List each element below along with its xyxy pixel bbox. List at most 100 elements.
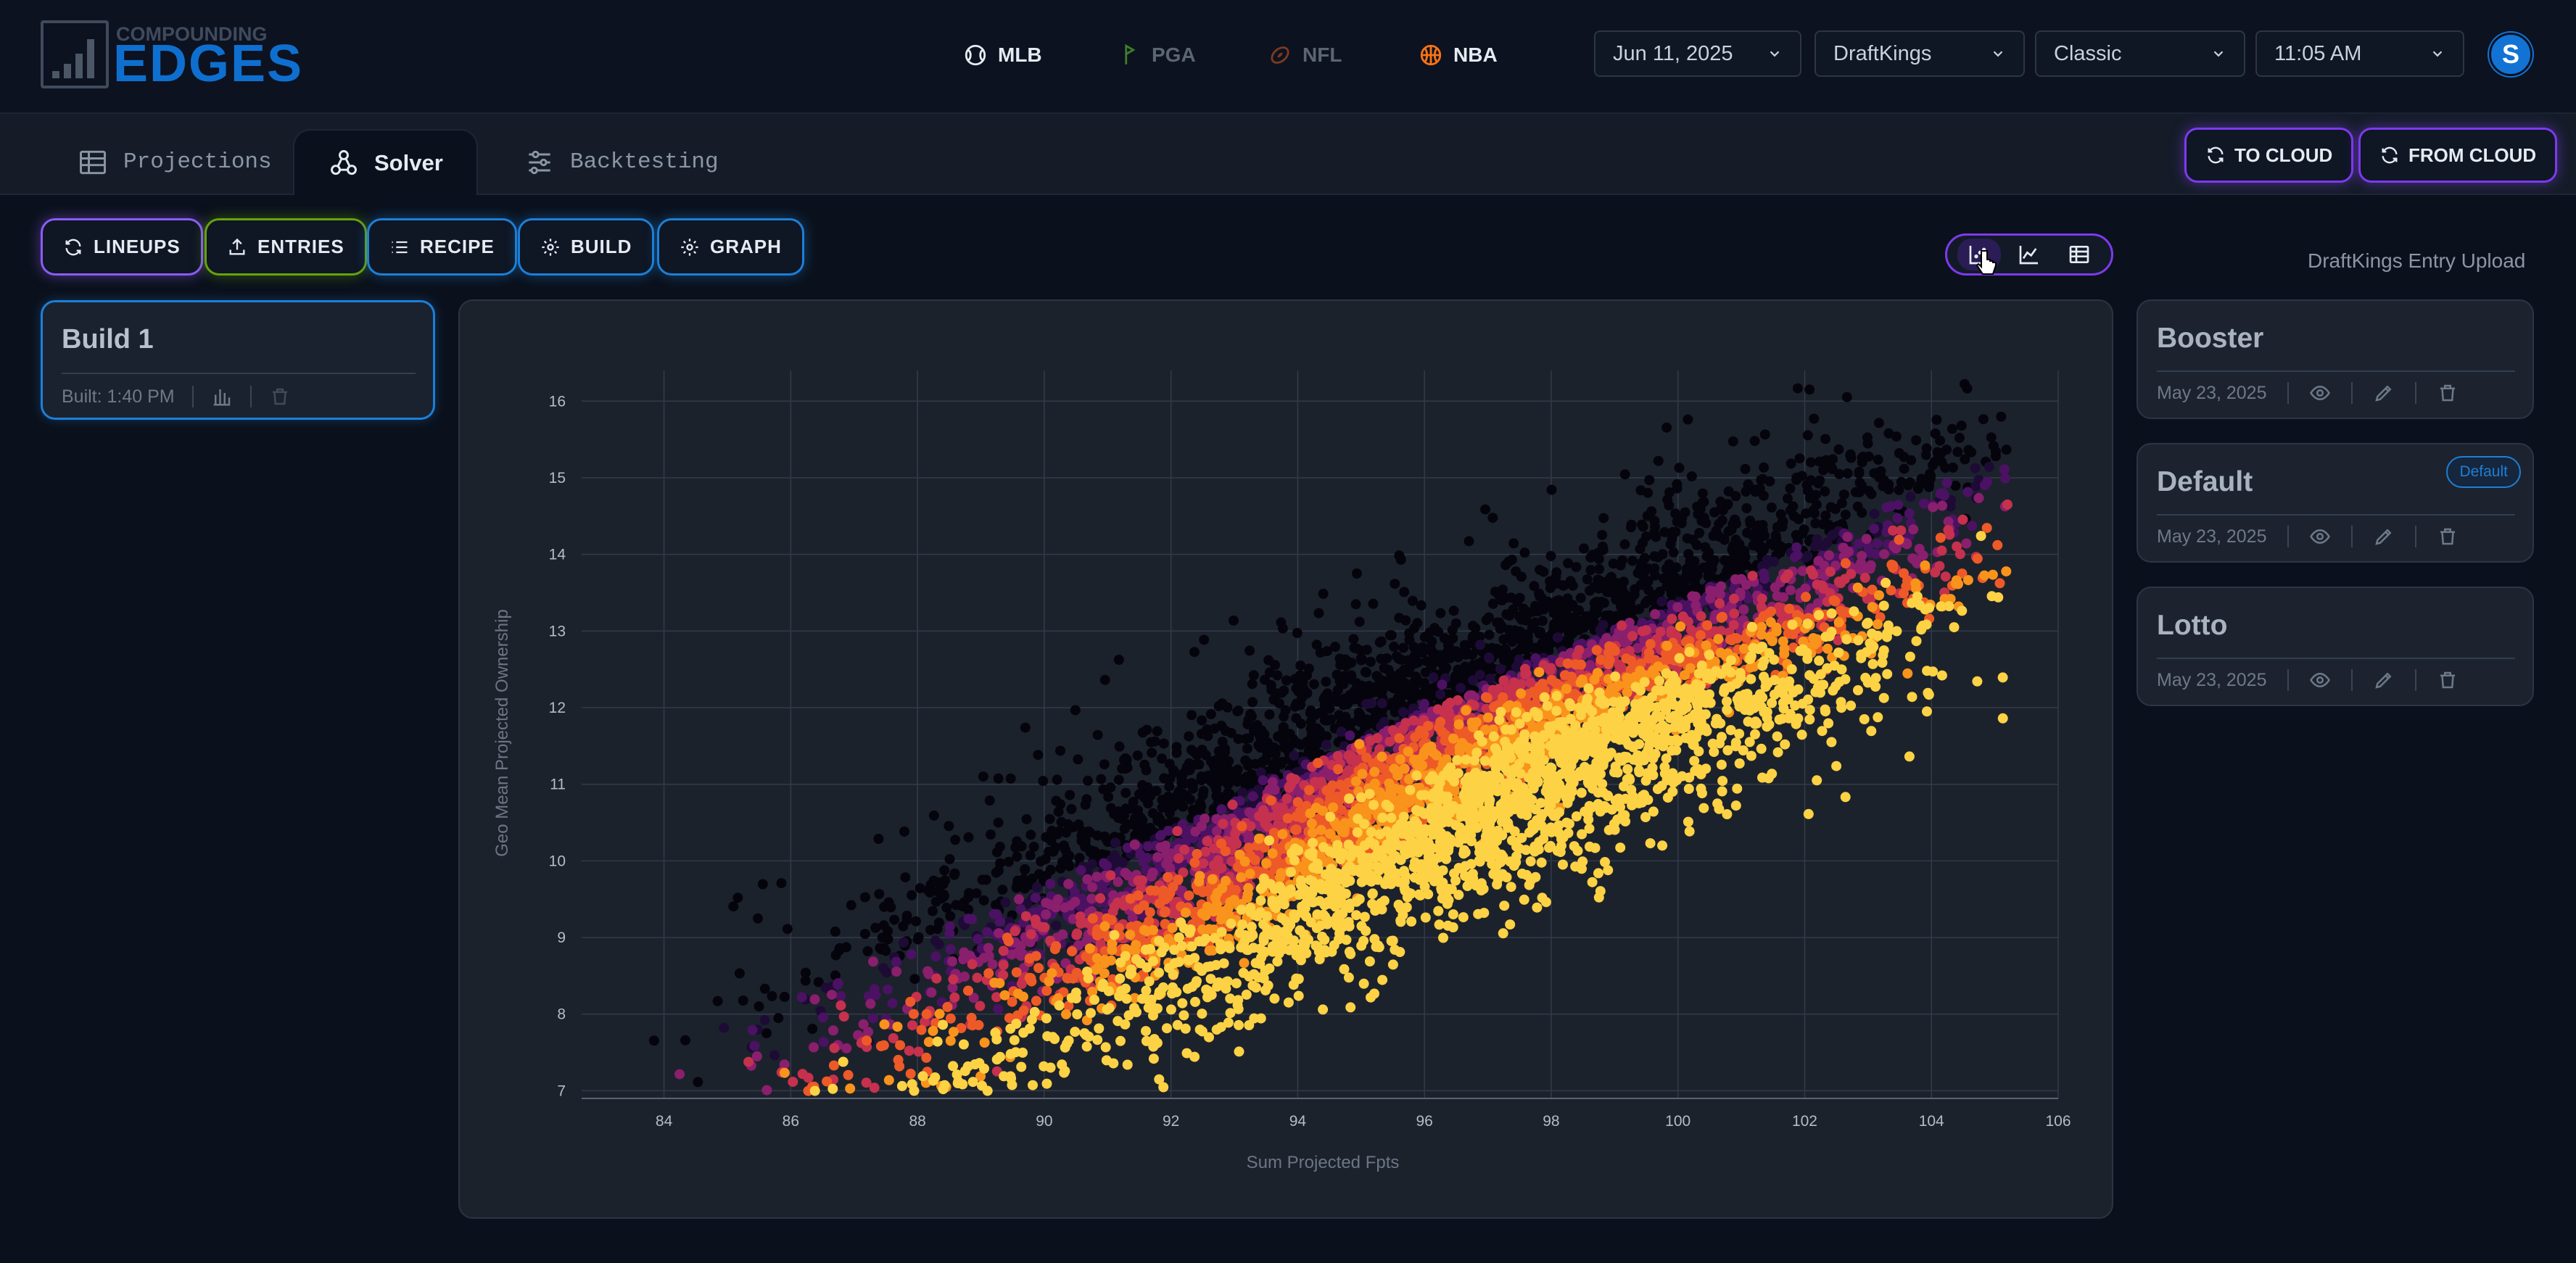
- scatter-point[interactable]: [1921, 443, 1932, 454]
- scatter-point[interactable]: [1468, 660, 1479, 671]
- scatter-point[interactable]: [921, 1052, 932, 1063]
- scatter-point[interactable]: [1466, 690, 1477, 701]
- scatter-point[interactable]: [1004, 856, 1014, 867]
- scatter-point[interactable]: [1690, 600, 1701, 610]
- scatter-point[interactable]: [978, 771, 988, 782]
- scatter-point[interactable]: [1322, 688, 1333, 699]
- scatter-point[interactable]: [1873, 468, 1883, 479]
- scatter-point[interactable]: [1197, 887, 1208, 898]
- scatter-point[interactable]: [1608, 558, 1619, 569]
- scatter-point[interactable]: [1791, 472, 1802, 483]
- scatter-point[interactable]: [930, 896, 941, 907]
- scatter-point[interactable]: [891, 956, 901, 967]
- scatter-point[interactable]: [1738, 604, 1749, 615]
- scatter-point[interactable]: [1970, 463, 1981, 473]
- scatter-point[interactable]: [880, 945, 891, 956]
- scatter-point[interactable]: [1645, 639, 1656, 650]
- scatter-point[interactable]: [1612, 584, 1623, 595]
- scatter-point[interactable]: [1218, 819, 1229, 829]
- scatter-point[interactable]: [1229, 895, 1239, 906]
- scatter-point[interactable]: [1284, 782, 1295, 793]
- scatter-point[interactable]: [1321, 646, 1332, 657]
- scatter-point[interactable]: [991, 900, 1002, 911]
- scatter-point[interactable]: [1585, 552, 1596, 563]
- scatter-point[interactable]: [1264, 709, 1275, 720]
- scatter-point[interactable]: [983, 968, 994, 979]
- scatter-point[interactable]: [1575, 592, 1586, 603]
- scatter-point[interactable]: [738, 995, 748, 1006]
- scatter-point[interactable]: [1361, 699, 1372, 709]
- scatter-point[interactable]: [1701, 640, 1712, 651]
- scatter-point[interactable]: [1290, 824, 1301, 835]
- scatter-point[interactable]: [1192, 848, 1202, 859]
- scatter-point[interactable]: [1408, 642, 1419, 653]
- sport-tab-mlb[interactable]: MLB: [963, 39, 1042, 71]
- scatter-point[interactable]: [1619, 469, 1630, 480]
- scatter-point[interactable]: [1551, 678, 1561, 689]
- scatter-point[interactable]: [1281, 793, 1292, 804]
- scatter-point[interactable]: [1759, 462, 1770, 473]
- scatter-point[interactable]: [674, 1069, 685, 1080]
- scatter-point[interactable]: [1046, 825, 1057, 836]
- scatter-point[interactable]: [1947, 423, 1957, 434]
- scatter-point[interactable]: [1024, 972, 1035, 983]
- scatter-point[interactable]: [1619, 539, 1630, 550]
- scatter-point[interactable]: [1595, 655, 1606, 665]
- scatter-point[interactable]: [1576, 659, 1586, 670]
- scatter-point[interactable]: [1888, 560, 1899, 571]
- scatter-point[interactable]: [1786, 458, 1796, 469]
- scatter-point[interactable]: [1493, 589, 1504, 600]
- scatter-point[interactable]: [1175, 799, 1186, 810]
- scatter-point[interactable]: [1258, 775, 1268, 786]
- scatter-point[interactable]: [1282, 813, 1293, 824]
- scatter-point[interactable]: [1365, 656, 1376, 667]
- scatter-point[interactable]: [1073, 754, 1083, 765]
- scatter-point[interactable]: [1360, 666, 1371, 677]
- scatter-point[interactable]: [1640, 625, 1651, 636]
- sport-tab-pga[interactable]: PGA: [1117, 39, 1196, 71]
- scatter-point[interactable]: [749, 1040, 760, 1051]
- scatter-point[interactable]: [1025, 829, 1036, 840]
- scatter-point[interactable]: [1819, 457, 1830, 468]
- scatter-point[interactable]: [1005, 773, 1016, 784]
- scatter-point[interactable]: [1918, 498, 1929, 509]
- scatter-point[interactable]: [1196, 773, 1207, 784]
- scatter-point[interactable]: [743, 1056, 754, 1067]
- scatter-point[interactable]: [1534, 667, 1545, 678]
- scatter-point[interactable]: [1410, 732, 1421, 742]
- scatter-point[interactable]: [859, 929, 870, 940]
- scatter-point[interactable]: [1143, 841, 1154, 852]
- scatter-point[interactable]: [1379, 681, 1390, 692]
- scatter-point[interactable]: [1066, 803, 1077, 814]
- scatter-point[interactable]: [1041, 985, 1052, 996]
- scatter-point[interactable]: [1894, 534, 1904, 545]
- scatter-point[interactable]: [1468, 621, 1478, 632]
- build-card[interactable]: Build 1 Built: 1:40 PM: [41, 300, 435, 420]
- scatter-point[interactable]: [1065, 790, 1076, 800]
- scatter-point[interactable]: [1113, 774, 1124, 785]
- scatter-point[interactable]: [1820, 510, 1831, 521]
- scatter-point[interactable]: [1163, 871, 1173, 882]
- scatter-point[interactable]: [1709, 555, 1720, 566]
- scatter-point[interactable]: [1830, 504, 1841, 515]
- scatter-point[interactable]: [1480, 504, 1490, 515]
- scatter-point[interactable]: [1448, 605, 1459, 616]
- scatter-point[interactable]: [889, 914, 900, 925]
- scatter-point[interactable]: [1513, 633, 1524, 644]
- scatter-point[interactable]: [1011, 882, 1022, 893]
- scatter-point[interactable]: [1565, 600, 1576, 610]
- scatter-point[interactable]: [1841, 392, 1852, 402]
- scatter-point[interactable]: [1243, 715, 1254, 725]
- scatter-point[interactable]: [1045, 879, 1056, 890]
- scatter-point[interactable]: [1051, 941, 1062, 951]
- scatter-point[interactable]: [1482, 712, 1493, 723]
- scatter-point[interactable]: [1453, 719, 1464, 730]
- scatter-point[interactable]: [1674, 463, 1685, 473]
- scatter-point[interactable]: [907, 1020, 917, 1031]
- scatter-point[interactable]: [1662, 494, 1673, 505]
- scatter-point[interactable]: [1644, 475, 1655, 486]
- scatter-point[interactable]: [1179, 844, 1190, 855]
- scatter-point[interactable]: [1575, 618, 1586, 629]
- scatter-point[interactable]: [1217, 737, 1228, 748]
- tab-solver[interactable]: Solver: [293, 129, 478, 195]
